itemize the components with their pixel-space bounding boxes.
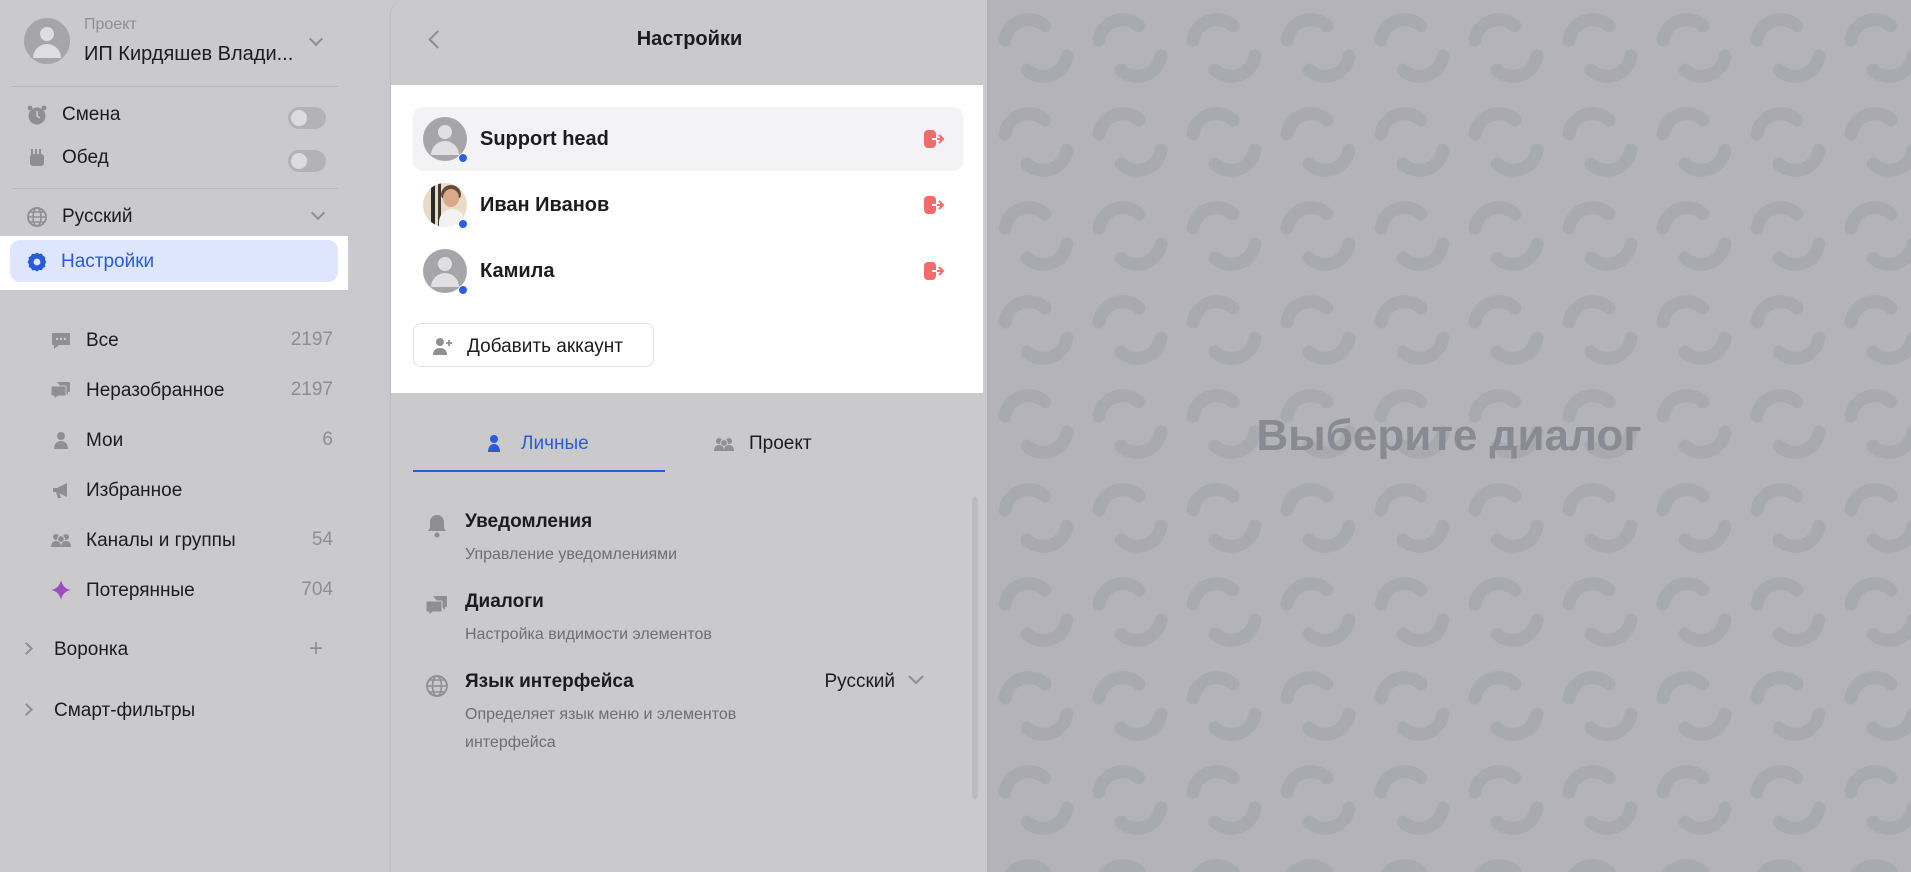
add-account-button[interactable]: Добавить аккаунт xyxy=(413,323,654,367)
nav-label: Все xyxy=(86,330,119,351)
project-name: ИП Кирдяшев Влади... xyxy=(84,43,294,65)
account-name: Камила xyxy=(480,260,555,282)
person-icon xyxy=(54,432,68,449)
status-lunch-label: Обед xyxy=(62,147,109,168)
online-dot xyxy=(458,153,468,163)
group-icon xyxy=(714,438,734,451)
setting-description: Настройка видимости элементов xyxy=(465,626,712,643)
setting-title: Диалоги xyxy=(465,591,544,612)
chevron-right-icon xyxy=(20,642,33,655)
empty-state-text: Выберите диалог xyxy=(1256,411,1642,460)
tab-label: Проект xyxy=(749,433,812,454)
setting-language[interactable]: Язык интерфейса Определяет язык меню и э… xyxy=(425,671,945,761)
account-name: Support head xyxy=(480,128,609,150)
online-dot xyxy=(458,285,468,295)
add-icon[interactable]: + xyxy=(309,637,323,661)
account-item[interactable]: Support head xyxy=(413,107,963,171)
project-avatar xyxy=(24,18,70,64)
sidebar-item-lost[interactable]: Потерянные 704 xyxy=(50,573,335,607)
divider xyxy=(12,188,338,189)
group-icon xyxy=(51,534,71,547)
section-funnel[interactable]: Воронка + xyxy=(20,635,335,665)
setting-notifications[interactable]: Уведомления Управление уведомлениями xyxy=(425,511,945,581)
language-label: Русский xyxy=(62,206,133,227)
nav-count: 704 xyxy=(301,579,333,600)
online-dot xyxy=(458,219,468,229)
chat-bubble-icon xyxy=(52,333,70,349)
chevron-down-icon[interactable] xyxy=(907,673,925,685)
lunch-icon xyxy=(30,149,44,166)
setting-title: Уведомления xyxy=(465,511,593,532)
add-user-icon xyxy=(433,338,452,355)
diamond-icon xyxy=(51,580,71,600)
sidebar-item-settings[interactable]: Настройки xyxy=(10,240,338,282)
account-item[interactable]: Иван Иванов xyxy=(413,173,963,237)
chevron-right-icon xyxy=(20,703,33,716)
scrollbar[interactable] xyxy=(972,497,978,799)
logout-icon[interactable] xyxy=(923,261,945,281)
project-switcher[interactable]: Проект ИП Кирдяшев Влади... xyxy=(24,16,334,76)
status-lunch: Обед xyxy=(26,143,326,173)
divider xyxy=(12,86,338,87)
project-caption: Проект xyxy=(84,16,137,33)
panel-title: Настройки xyxy=(636,28,743,50)
section-label: Смарт-фильтры xyxy=(54,700,196,721)
sidebar-item-unsorted[interactable]: Неразобранное 2197 xyxy=(50,373,335,407)
language-value[interactable]: Русский xyxy=(825,671,896,693)
nav-label: Мои xyxy=(86,430,124,451)
alarm-clock-icon xyxy=(27,105,47,125)
nav-label: Каналы и группы xyxy=(86,530,236,551)
setting-description: Управление уведомлениями xyxy=(465,546,678,563)
conversation-area: Выберите диалог xyxy=(987,0,1911,872)
chat-bubbles-icon xyxy=(425,596,447,616)
setting-description: Определяет язык меню и элементов интерфе… xyxy=(465,706,737,751)
bell-icon xyxy=(428,515,446,538)
megaphone-icon xyxy=(53,483,67,498)
status-shift: Смена xyxy=(26,100,326,130)
nav-count: 2197 xyxy=(290,379,333,400)
nav-count: 2197 xyxy=(290,329,333,350)
chevron-down-icon xyxy=(310,205,326,221)
account-name: Иван Иванов xyxy=(480,194,610,216)
chat-bubbles-icon xyxy=(50,382,70,400)
nav-count: 54 xyxy=(311,529,333,550)
settings-tabs: Личные Проект xyxy=(413,420,963,472)
section-smart-filters[interactable]: Смарт-фильтры xyxy=(20,696,335,726)
settings-panel: Настройки Support head Иван Иванов Камил… xyxy=(390,0,987,872)
lunch-toggle[interactable] xyxy=(288,150,326,172)
person-icon xyxy=(488,435,500,452)
nav-count: 6 xyxy=(322,429,333,450)
language-selector[interactable]: Русский xyxy=(26,202,326,232)
logout-icon[interactable] xyxy=(923,129,945,149)
account-item[interactable]: Камила xyxy=(413,239,963,303)
section-label: Воронка xyxy=(54,639,129,660)
sidebar-item-favorites[interactable]: Избранное xyxy=(50,473,335,507)
sidebar-item-mine[interactable]: Мои 6 xyxy=(50,423,335,457)
settings-highlight: Настройки xyxy=(0,236,348,290)
tab-project[interactable]: Проект xyxy=(711,420,963,472)
sidebar-item-channels[interactable]: Каналы и группы 54 xyxy=(50,523,335,557)
globe-icon xyxy=(27,207,47,227)
setting-title: Язык интерфейса xyxy=(465,671,634,692)
settings-label: Настройки xyxy=(61,251,155,272)
tab-personal[interactable]: Личные xyxy=(413,420,665,472)
sidebar: Проект ИП Кирдяшев Влади... Смена Обед Р… xyxy=(0,0,350,872)
accounts-list: Support head Иван Иванов Камила Добавить… xyxy=(391,85,983,393)
nav-label: Потерянные xyxy=(86,580,195,601)
add-account-label: Добавить аккаунт xyxy=(467,336,623,357)
setting-dialogs[interactable]: Диалоги Настройка видимости элементов xyxy=(425,591,945,661)
shift-toggle[interactable] xyxy=(288,107,326,129)
nav-label: Неразобранное xyxy=(86,380,225,401)
sidebar-item-all[interactable]: Все 2197 xyxy=(50,323,335,357)
chevron-down-icon xyxy=(308,31,324,47)
nav-label: Избранное xyxy=(86,480,183,501)
gear-icon xyxy=(27,252,47,272)
tab-label: Личные xyxy=(521,433,589,454)
logout-icon[interactable] xyxy=(923,195,945,215)
globe-icon xyxy=(426,675,448,697)
status-shift-label: Смена xyxy=(62,104,121,125)
